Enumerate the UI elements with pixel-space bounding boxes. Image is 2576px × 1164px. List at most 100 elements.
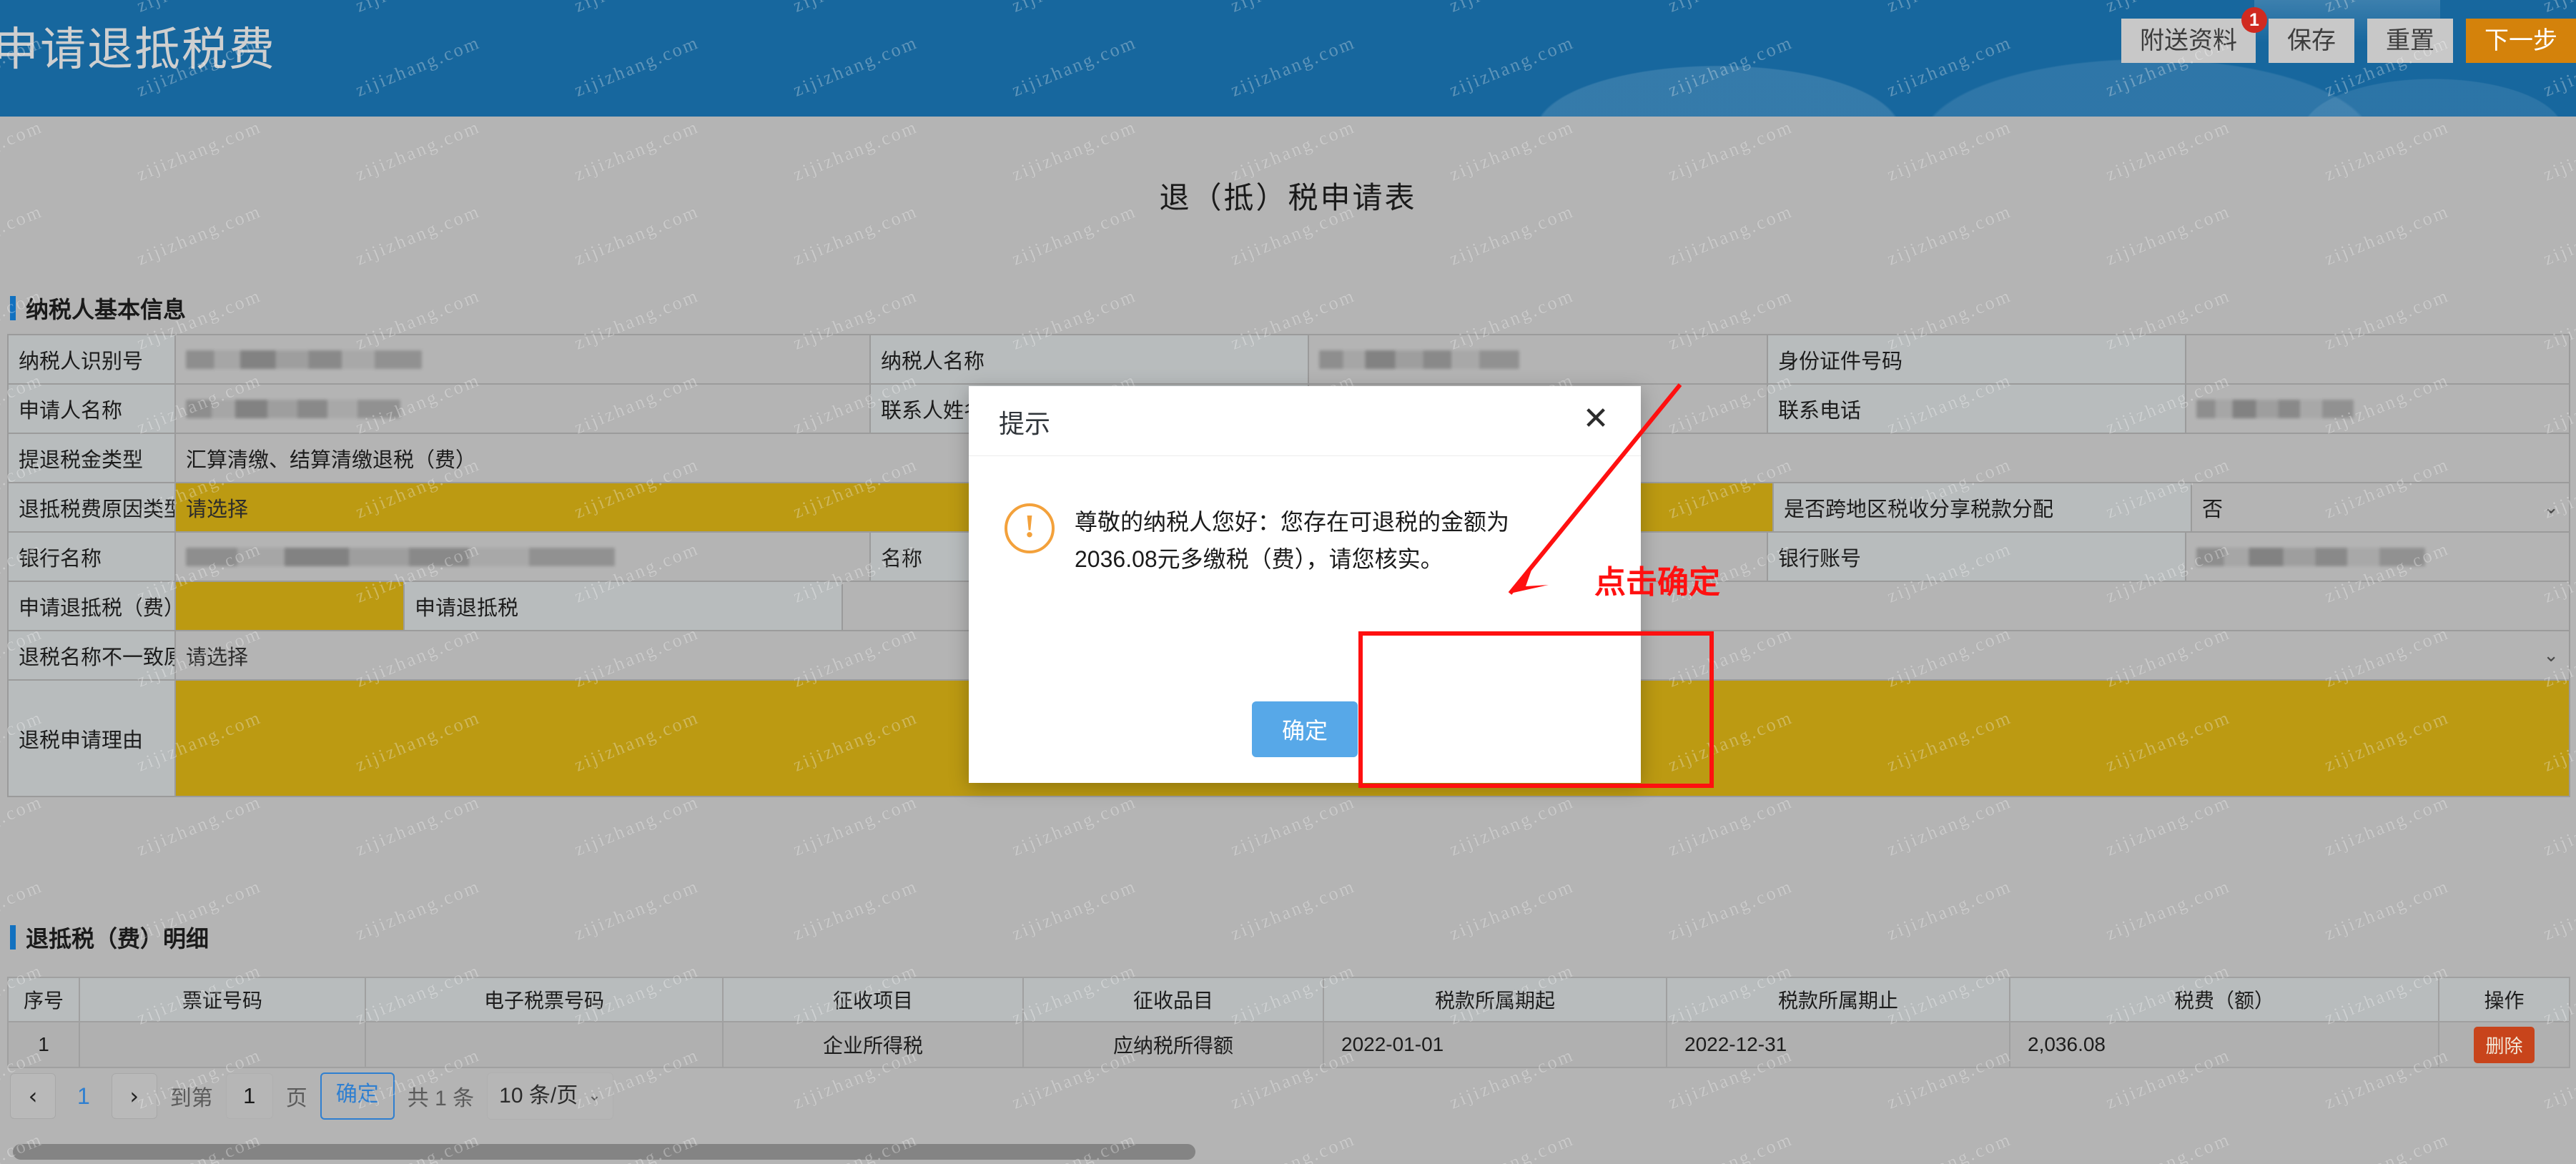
field-placeholder-refund-reason-type: 请选择 bbox=[186, 498, 249, 521]
field-label-bank-name: 银行名称 bbox=[9, 533, 176, 582]
redacted-value bbox=[2196, 547, 2425, 566]
redacted-value bbox=[1319, 350, 1519, 369]
field-label-taxpayer-id: 纳税人识别号 bbox=[9, 335, 176, 385]
attach-materials-label: 附送资料 bbox=[2140, 27, 2237, 54]
field-label-refund-method: 申请退抵税（费）方式 bbox=[9, 582, 176, 631]
section-title-refund-detail: 退抵税（费）明细 bbox=[26, 926, 209, 952]
attach-materials-button[interactable]: 附送资料 1 bbox=[2121, 7, 2267, 63]
table-row: 1 企业所得税 应纳税所得额 2022-01-01 2022-12-31 2,0… bbox=[9, 1022, 2570, 1068]
prompt-dialog: 提示 ✕ ! 尊敬的纳税人您好：您存在可退税的金额为2036.08元多缴税（费）… bbox=[969, 386, 1641, 783]
watermark-text: zijizhang.com bbox=[571, 875, 703, 944]
page-unit-label: 页 bbox=[285, 1087, 307, 1110]
watermark-text: zijizhang.com bbox=[1884, 791, 2015, 860]
dialog-confirm-button[interactable]: 确定 bbox=[1251, 701, 1358, 757]
field-label-contact-phone: 联系电话 bbox=[1768, 385, 2186, 434]
delete-row-button[interactable]: 删除 bbox=[2474, 1026, 2535, 1063]
annotation-label: 点击确定 bbox=[1594, 565, 1720, 600]
goto-page-confirm-button[interactable]: 确定 bbox=[320, 1072, 395, 1120]
column-header-voucher-no: 票证号码 bbox=[80, 978, 366, 1022]
field-value-taxpayer-id[interactable] bbox=[176, 335, 871, 385]
section-accent-bar bbox=[10, 925, 16, 950]
field-value-taxpayer-name[interactable] bbox=[1309, 335, 1768, 385]
watermark-text: zijizhang.com bbox=[134, 791, 265, 860]
field-label-refund-type: 提退税金类型 bbox=[9, 434, 176, 483]
field-select-cross-region-share[interactable]: 否 ⌄ bbox=[2192, 483, 2570, 533]
chevron-down-icon: ⌄ bbox=[2543, 496, 2559, 518]
save-button[interactable]: 保存 bbox=[2269, 19, 2354, 63]
field-value-cross-region-share: 否 bbox=[2202, 498, 2224, 521]
field-label-taxpayer-name: 纳税人名称 bbox=[871, 335, 1309, 385]
page-size-label: 10 条/页 bbox=[499, 1084, 578, 1108]
reset-button[interactable]: 重置 bbox=[2367, 19, 2453, 63]
field-select-refund-method[interactable] bbox=[176, 582, 405, 631]
cell-seq: 1 bbox=[9, 1022, 80, 1068]
watermark-text: zijizhang.com bbox=[571, 791, 703, 860]
watermark-text: zijizhang.com bbox=[2103, 791, 2234, 860]
redacted-value bbox=[186, 399, 400, 418]
field-value-id-card-no[interactable] bbox=[2186, 335, 2570, 385]
chevron-down-icon: ⌄ bbox=[2543, 644, 2559, 666]
refund-detail-table: 序号 票证号码 电子税票号码 征收项目 征收品目 税款所属期起 税款所属期止 税… bbox=[7, 977, 2570, 1068]
watermark-text: zijizhang.com bbox=[1665, 791, 1797, 860]
section-header-refund-detail: 退抵税（费）明细 bbox=[10, 921, 209, 954]
dialog-title: 提示 bbox=[999, 409, 1051, 438]
next-page-button[interactable]: › bbox=[111, 1073, 157, 1119]
field-label-cross-region-share: 是否跨地区税收分享税款分配 bbox=[1774, 483, 2192, 533]
column-header-tax-item: 征收项目 bbox=[724, 978, 1024, 1022]
watermark-text: zijizhang.com bbox=[1228, 875, 1359, 944]
redacted-value bbox=[186, 350, 422, 369]
column-header-seq: 序号 bbox=[9, 978, 80, 1022]
app-title: 申请退抵税费 bbox=[0, 24, 276, 75]
watermark-text: zijizhang.com bbox=[2321, 875, 2453, 944]
dialog-header: 提示 ✕ bbox=[969, 386, 1641, 456]
watermark-text: zijizhang.com bbox=[2540, 791, 2576, 860]
watermark-text: zijizhang.com bbox=[1009, 791, 1140, 860]
dialog-body: ! 尊敬的纳税人您好：您存在可退税的金额为2036.08元多缴税（费），请您核实… bbox=[969, 456, 1641, 578]
table-header-row: 序号 票证号码 电子税票号码 征收项目 征收品目 税款所属期起 税款所属期止 税… bbox=[9, 978, 2570, 1022]
section-accent-bar bbox=[10, 296, 16, 320]
field-placeholder-name-mismatch-reason: 请选择 bbox=[186, 646, 249, 669]
redacted-value bbox=[186, 547, 615, 566]
page-title: 退（抵）税申请表 bbox=[1159, 181, 1417, 214]
field-value-bank-name[interactable] bbox=[176, 533, 871, 582]
page-size-select[interactable]: 10 条/页 ⌄ bbox=[487, 1072, 613, 1120]
header-actions: 附送资料 1 保存 重置 下一步 bbox=[2121, 7, 2576, 63]
scrollbar-thumb[interactable] bbox=[13, 1144, 1195, 1160]
redacted-value bbox=[2196, 399, 2354, 418]
section-header-taxpayer-info: 纳税人基本信息 bbox=[10, 292, 186, 325]
pagination: ‹ 1 › 到第 1 页 确定 共 1 条 10 条/页 ⌄ bbox=[10, 1072, 613, 1120]
watermark-text: zijizhang.com bbox=[0, 791, 46, 860]
cell-period-end: 2022-12-31 bbox=[1667, 1022, 2010, 1068]
cell-e-voucher-no bbox=[366, 1022, 724, 1068]
watermark-text: zijizhang.com bbox=[1009, 875, 1140, 944]
watermark-text: zijizhang.com bbox=[1884, 875, 2015, 944]
warning-icon: ! bbox=[1005, 503, 1055, 553]
watermark-text: zijizhang.com bbox=[1665, 875, 1797, 944]
prev-page-button[interactable]: ‹ bbox=[10, 1073, 56, 1119]
dialog-footer: 确定 bbox=[969, 676, 1641, 783]
goto-page-input[interactable]: 1 bbox=[225, 1073, 273, 1119]
field-value-applicant-name[interactable] bbox=[176, 385, 871, 434]
watermark-text: zijizhang.com bbox=[2540, 875, 2576, 944]
app-header: 申请退抵税费 附送资料 1 保存 重置 下一步 bbox=[0, 0, 2576, 117]
field-value-bank-account-no[interactable] bbox=[2186, 533, 2570, 582]
goto-page-label: 到第 bbox=[169, 1087, 213, 1110]
column-header-tax-subitem: 征收品目 bbox=[1024, 978, 1324, 1022]
chevron-down-icon: ⌄ bbox=[588, 1087, 601, 1105]
column-header-period-end: 税款所属期止 bbox=[1667, 978, 2010, 1022]
watermark-text: zijizhang.com bbox=[790, 791, 922, 860]
field-label-id-card-no: 身份证件号码 bbox=[1768, 335, 2186, 385]
column-header-period-start: 税款所属期起 bbox=[1324, 978, 1667, 1022]
close-icon[interactable]: ✕ bbox=[1579, 403, 1612, 438]
attach-materials-badge: 1 bbox=[2241, 7, 2267, 33]
form-row: 纳税人识别号 纳税人名称 身份证件号码 bbox=[9, 335, 2570, 385]
next-step-button[interactable]: 下一步 bbox=[2466, 19, 2576, 63]
cell-period-start: 2022-01-01 bbox=[1324, 1022, 1667, 1068]
field-label-refund-method-2: 申请退抵税 bbox=[405, 582, 843, 631]
field-value-contact-phone[interactable] bbox=[2186, 385, 2570, 434]
watermark-text: zijizhang.com bbox=[2321, 791, 2453, 860]
column-header-amount: 税费（额） bbox=[2010, 978, 2439, 1022]
watermark-text: zijizhang.com bbox=[1228, 791, 1359, 860]
horizontal-scrollbar[interactable] bbox=[0, 1144, 2576, 1160]
page-number-1[interactable]: 1 bbox=[69, 1083, 99, 1110]
